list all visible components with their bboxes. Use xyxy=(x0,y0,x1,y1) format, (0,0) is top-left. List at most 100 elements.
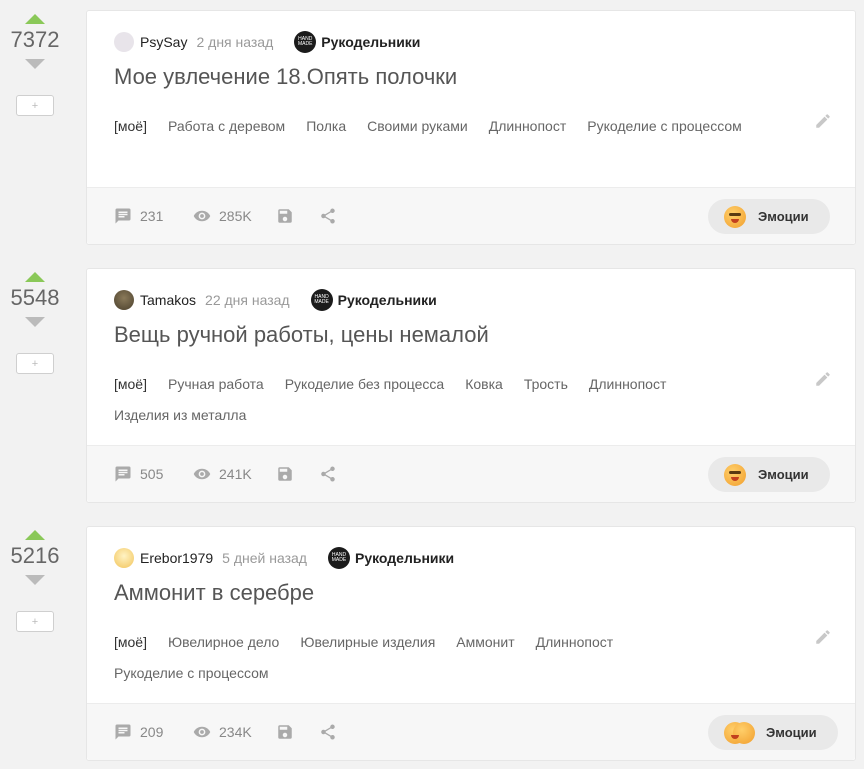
emoji-icon xyxy=(724,463,746,486)
community-name[interactable]: Рукодельники xyxy=(338,292,437,308)
post-time: 2 дня назад xyxy=(196,34,274,50)
save-button[interactable] xyxy=(276,465,302,483)
views-icon xyxy=(193,210,211,222)
tag-link[interactable]: Ювелирные изделия xyxy=(300,627,435,658)
tag-list: [моё] Работа с деревом Полка Своими руками Д… xyxy=(114,111,804,142)
post-meta: PsySay 2 дня назад HAND MADE Рукодельники xyxy=(114,31,420,53)
post-title[interactable]: Вещь ручной работы, цены немалой xyxy=(114,322,489,348)
post-footer: 231 285K Эмоции xyxy=(87,187,855,244)
author-avatar[interactable] xyxy=(114,548,134,568)
tag-list: [моё] Ручная работа Рукоделие без процесса… xyxy=(114,369,804,431)
tag-link[interactable]: Длиннопост xyxy=(536,627,614,658)
comment-icon xyxy=(115,208,131,224)
comments-button[interactable]: 231 xyxy=(114,207,163,225)
tag-link[interactable]: Ювелирное дело xyxy=(168,627,279,658)
views-count: 285K xyxy=(219,208,252,224)
tag-link[interactable]: Длиннопост xyxy=(589,369,667,400)
tag-link[interactable]: Полка xyxy=(306,111,346,142)
rating-block: 5548 + xyxy=(0,268,70,374)
rating-block: 7372 + xyxy=(0,10,70,116)
share-button[interactable] xyxy=(319,465,345,483)
share-button[interactable] xyxy=(319,207,345,225)
tag-link[interactable]: Ручная работа xyxy=(168,369,264,400)
save-icon xyxy=(278,725,292,739)
comment-icon xyxy=(115,724,131,740)
views-indicator: 241K xyxy=(193,465,252,483)
share-icon xyxy=(321,724,335,740)
tag-link[interactable]: Длиннопост xyxy=(489,111,567,142)
views-count: 234K xyxy=(219,724,252,740)
downvote-arrow-icon[interactable] xyxy=(25,59,45,69)
author-avatar[interactable] xyxy=(114,32,134,52)
tag-link[interactable]: Рукоделие с процессом xyxy=(587,111,742,142)
author-avatar[interactable] xyxy=(114,290,134,310)
community-name[interactable]: Рукодельники xyxy=(355,550,454,566)
post-title[interactable]: Аммонит в серебре xyxy=(114,580,314,606)
save-plus-button[interactable]: + xyxy=(16,611,54,632)
tag-link[interactable]: Рукоделие с процессом xyxy=(114,658,269,689)
edit-icon[interactable] xyxy=(814,370,832,388)
tag-link[interactable]: [моё] xyxy=(114,111,147,142)
save-button[interactable] xyxy=(276,723,302,741)
post-footer: 209 234K Эмоции xyxy=(87,703,855,760)
views-icon xyxy=(193,468,211,480)
comments-button[interactable]: 209 xyxy=(114,723,163,741)
tag-link[interactable]: Рукоделие без процесса xyxy=(285,369,445,400)
emotions-button[interactable]: Эмоции xyxy=(708,199,830,234)
tag-link[interactable]: Своими руками xyxy=(367,111,468,142)
post-meta: Erebor1979 5 дней назад HAND MADE Рукодел… xyxy=(114,547,454,569)
save-plus-button[interactable]: + xyxy=(16,95,54,116)
tag-link[interactable]: Работа с деревом xyxy=(168,111,285,142)
edit-icon[interactable] xyxy=(814,112,832,130)
emotions-label: Эмоции xyxy=(758,209,809,224)
share-icon xyxy=(321,466,335,482)
author-name[interactable]: Erebor1979 xyxy=(140,550,213,566)
post-card: Tamakos 22 дня назад HAND MADE Рукодельни… xyxy=(86,268,856,503)
emoji-icon xyxy=(724,721,755,744)
emoji-icon xyxy=(724,205,746,228)
emotions-label: Эмоции xyxy=(766,725,817,740)
community-name[interactable]: Рукодельники xyxy=(321,34,420,50)
save-icon xyxy=(278,209,292,223)
emotions-button[interactable]: Эмоции xyxy=(708,457,830,492)
downvote-arrow-icon[interactable] xyxy=(25,575,45,585)
post-card: PsySay 2 дня назад HAND MADE Рукодельники… xyxy=(86,10,856,245)
tag-link[interactable]: Изделия из металла xyxy=(114,400,246,431)
share-icon xyxy=(321,208,335,224)
emotions-label: Эмоции xyxy=(758,467,809,482)
post-meta: Tamakos 22 дня назад HAND MADE Рукодельни… xyxy=(114,289,437,311)
community-logo[interactable]: HAND MADE xyxy=(310,289,333,311)
upvote-arrow-icon[interactable] xyxy=(25,272,45,282)
author-name[interactable]: PsySay xyxy=(140,34,187,50)
tag-link[interactable]: [моё] xyxy=(114,627,147,658)
post-card: Erebor1979 5 дней назад HAND MADE Рукодел… xyxy=(86,526,856,761)
tag-link[interactable]: Ковка xyxy=(465,369,503,400)
downvote-arrow-icon[interactable] xyxy=(25,317,45,327)
upvote-arrow-icon[interactable] xyxy=(25,14,45,24)
comments-button[interactable]: 505 xyxy=(114,465,163,483)
save-icon xyxy=(278,467,292,481)
rating-score: 5548 xyxy=(10,285,60,310)
upvote-arrow-icon[interactable] xyxy=(25,530,45,540)
views-indicator: 234K xyxy=(193,723,252,741)
save-plus-button[interactable]: + xyxy=(16,353,54,374)
post-title[interactable]: Мое увлечение 18.Опять полочки xyxy=(114,64,457,90)
post-time: 22 дня назад xyxy=(205,292,290,308)
rating-score: 5216 xyxy=(10,543,60,568)
community-logo[interactable]: HAND MADE xyxy=(294,31,317,53)
views-count: 241K xyxy=(219,466,252,482)
community-logo[interactable]: HAND MADE xyxy=(327,547,350,569)
emotions-button[interactable]: Эмоции xyxy=(708,715,838,750)
share-button[interactable] xyxy=(319,723,345,741)
edit-icon[interactable] xyxy=(814,628,832,646)
tag-link[interactable]: Аммонит xyxy=(456,627,514,658)
tag-link[interactable]: [моё] xyxy=(114,369,147,400)
save-button[interactable] xyxy=(276,207,302,225)
comments-count: 505 xyxy=(140,466,164,482)
post-time: 5 дней назад xyxy=(222,550,307,566)
author-name[interactable]: Tamakos xyxy=(140,292,196,308)
tag-list: [моё] Ювелирное дело Ювелирные изделия Аммо… xyxy=(114,627,804,689)
tag-link[interactable]: Трость xyxy=(524,369,568,400)
rating-block: 5216 + xyxy=(0,526,70,632)
views-icon xyxy=(193,726,211,738)
